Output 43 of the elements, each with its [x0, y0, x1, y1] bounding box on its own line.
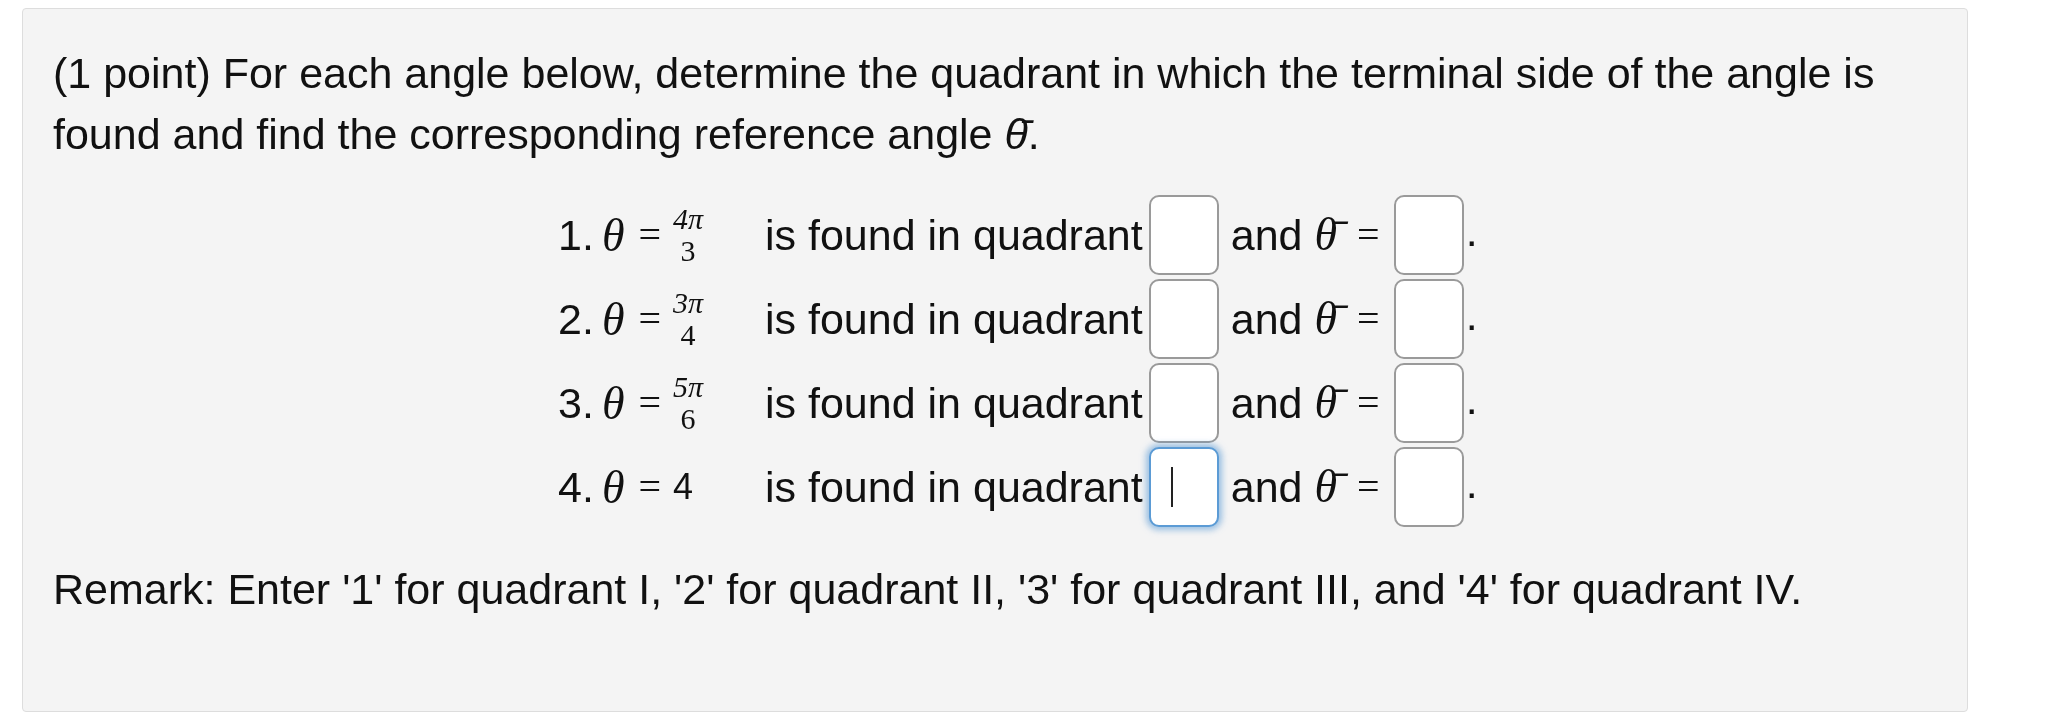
and-text: and	[1230, 377, 1303, 429]
and-text: and	[1230, 461, 1303, 513]
text-cursor	[1170, 467, 1173, 507]
item-number: 2.	[558, 293, 594, 345]
theta-symbol: θ	[601, 292, 625, 347]
remark-text: Remark: Enter '1' for quadrant I, '2' for quadrant II, '3' for quadrant III, and '4' for quadrant IV.	[53, 564, 1804, 615]
angle-value: 4	[673, 465, 694, 509]
theta-symbol: θ	[601, 376, 625, 431]
equals-sign: =	[1357, 379, 1380, 427]
answer-field[interactable]	[1393, 447, 1464, 527]
period: .	[1465, 289, 1478, 341]
equals-sign: =	[638, 379, 662, 427]
answer-field[interactable]	[1148, 195, 1219, 275]
fraction: 5π 6	[673, 371, 704, 435]
period: .	[1465, 373, 1478, 425]
fraction: 4π 3	[673, 203, 704, 267]
row-text: is found in quadrant	[765, 293, 1143, 345]
answer-field[interactable]	[1148, 447, 1219, 527]
equals-sign: =	[638, 211, 662, 259]
equals-sign: =	[1357, 211, 1380, 259]
answer-field[interactable]	[1393, 279, 1464, 359]
equals-sign: =	[1357, 463, 1380, 511]
period: .	[1465, 457, 1478, 509]
fraction: 3π 4	[673, 287, 704, 351]
period: .	[1465, 205, 1478, 257]
equals-sign: =	[638, 463, 662, 511]
theta-symbol: θ	[601, 460, 625, 515]
theta-symbol: θ	[601, 208, 625, 263]
equals-sign: =	[1357, 295, 1380, 343]
and-text: and	[1230, 209, 1303, 261]
item-number: 1.	[558, 209, 594, 261]
item-number: 3.	[558, 377, 594, 429]
equals-sign: =	[638, 295, 662, 343]
answer-field[interactable]	[1148, 279, 1219, 359]
answer-field[interactable]	[1393, 363, 1464, 443]
row-text: is found in quadrant	[765, 209, 1143, 261]
item-number: 4.	[558, 461, 594, 513]
problem-prompt: (1 point) For each angle below, determine the quadrant in which the terminal side of the angle is found and find the corresponding reference angle θ̄.	[53, 48, 1876, 160]
answer-field[interactable]	[1393, 195, 1464, 275]
answer-field[interactable]	[1148, 363, 1219, 443]
row-text: is found in quadrant	[765, 377, 1143, 429]
and-text: and	[1230, 293, 1303, 345]
row-text: is found in quadrant	[765, 461, 1143, 513]
